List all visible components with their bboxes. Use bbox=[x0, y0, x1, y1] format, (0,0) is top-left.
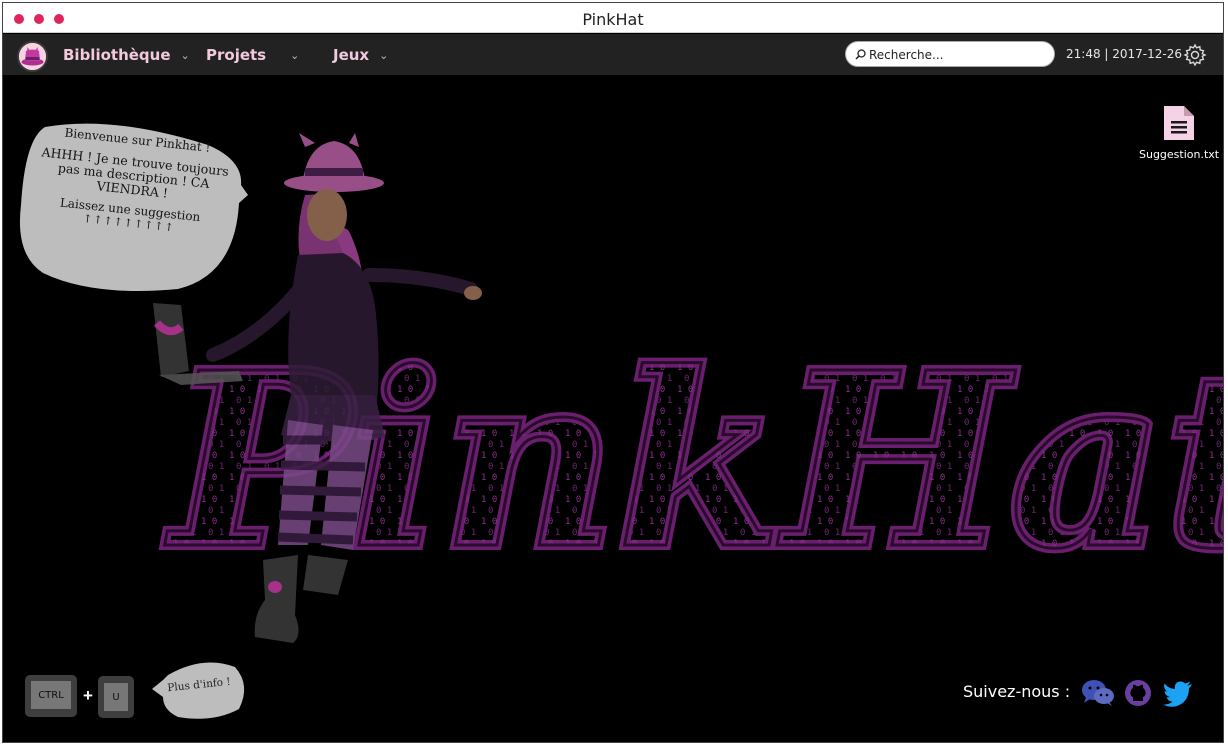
wechat-icon[interactable] bbox=[1081, 679, 1115, 707]
search-box bbox=[845, 41, 1055, 67]
nav-bibliotheque-label: Bibliothèque bbox=[63, 46, 171, 64]
plus-sign: + bbox=[83, 686, 93, 705]
follow-us-label: Suivez-nous : bbox=[963, 682, 1071, 701]
chevron-down-icon: ⌄ bbox=[180, 48, 190, 62]
app-window: PinkHat Bibliothèque ⌄ Projets ⌄ Jeux ⌄ bbox=[2, 2, 1224, 743]
ctrl-key-label: CTRL bbox=[31, 681, 71, 709]
twitter-icon[interactable] bbox=[1163, 681, 1193, 707]
nav-jeux-label: Jeux bbox=[333, 46, 370, 64]
menu-bar: Bibliothèque ⌄ Projets ⌄ Jeux ⌄ 21:48 | … bbox=[3, 34, 1223, 75]
nav-jeux[interactable]: Jeux ⌄ bbox=[333, 46, 388, 64]
gear-icon[interactable] bbox=[1183, 43, 1207, 67]
desktop: 1 0 0 1 PinkHat PinkHat bbox=[3, 75, 1223, 742]
search-icon bbox=[855, 49, 866, 60]
u-key: U bbox=[98, 676, 134, 718]
title-bar: PinkHat bbox=[3, 3, 1223, 33]
u-key-label: U bbox=[104, 683, 128, 711]
github-icon[interactable] bbox=[1124, 679, 1152, 707]
chevron-down-icon: ⌄ bbox=[290, 48, 300, 62]
suggestion-file[interactable]: Suggestion.txt bbox=[1139, 105, 1219, 161]
clock: 21:48 | 2017-12-26 bbox=[1066, 47, 1182, 61]
hat-icon bbox=[19, 43, 46, 70]
window-title: PinkHat bbox=[582, 10, 644, 29]
ctrl-key: CTRL bbox=[25, 675, 77, 717]
search-input[interactable] bbox=[869, 46, 1049, 63]
suggestion-file-label: Suggestion.txt bbox=[1139, 148, 1220, 161]
nav-bibliotheque[interactable]: Bibliothèque ⌄ bbox=[63, 46, 190, 64]
nav-projets[interactable]: Projets ⌄ bbox=[206, 46, 299, 64]
document-icon bbox=[1164, 106, 1194, 140]
welcome-bubble: Bienvenue sur Pinkhat ! AHHH ! Je ne tro… bbox=[29, 123, 238, 240]
pinkhat-logo[interactable] bbox=[17, 41, 48, 72]
chevron-down-icon: ⌄ bbox=[379, 48, 389, 62]
nav-projets-label: Projets bbox=[206, 46, 267, 64]
